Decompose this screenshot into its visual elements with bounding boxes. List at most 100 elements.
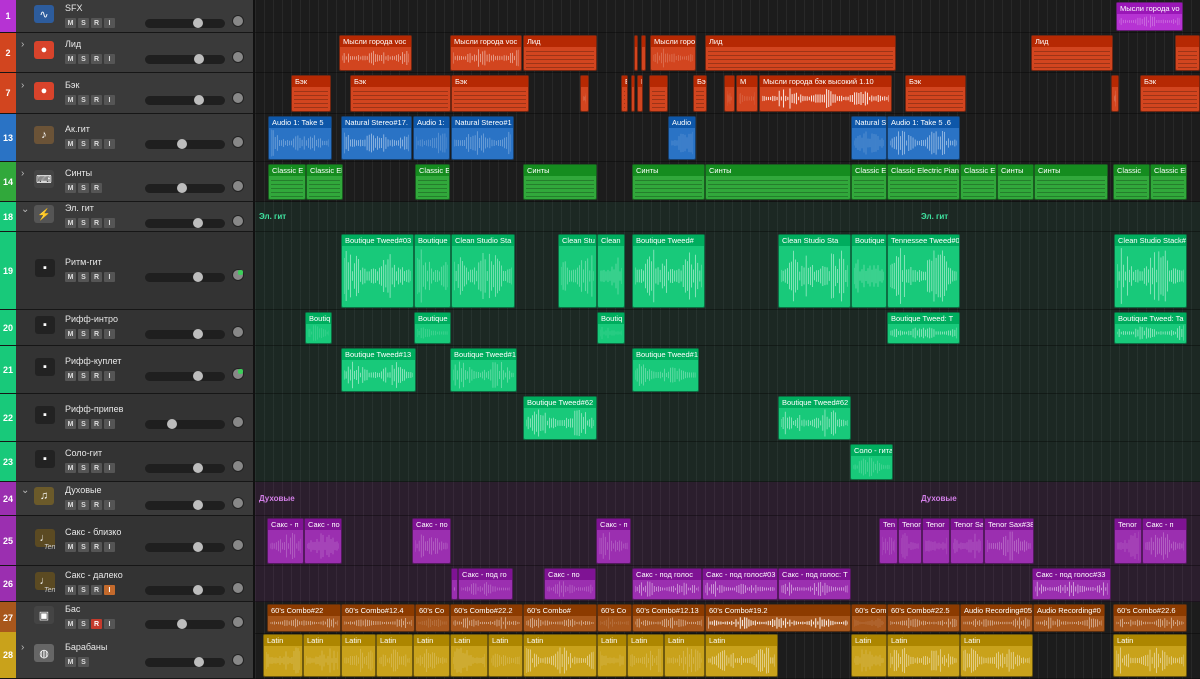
solo-button[interactable]: S bbox=[78, 619, 89, 629]
mute-button[interactable]: M bbox=[65, 183, 76, 193]
volume-fader[interactable] bbox=[145, 329, 225, 339]
track-header-19[interactable]: 19 ▪ Ритм-гит M S R I bbox=[0, 232, 253, 310]
track-name[interactable]: Барабаны bbox=[65, 642, 107, 652]
mute-button[interactable]: M bbox=[65, 542, 76, 552]
region[interactable]: Classic E bbox=[268, 164, 306, 200]
volume-fader-knob[interactable] bbox=[177, 183, 187, 193]
region[interactable]: Clean Studio Sta bbox=[778, 234, 851, 308]
solo-button[interactable]: S bbox=[78, 272, 89, 282]
volume-fader[interactable] bbox=[145, 585, 225, 595]
region[interactable]: Classic E bbox=[415, 164, 450, 200]
region[interactable]: Сакс - под голос bbox=[632, 568, 702, 600]
pan-knob[interactable] bbox=[232, 92, 244, 104]
region[interactable]: 60's Combo#22.6 bbox=[1113, 604, 1187, 632]
mute-button[interactable]: M bbox=[65, 18, 76, 28]
input-monitor-button[interactable]: I bbox=[104, 272, 115, 282]
track-lane-18[interactable]: Эл. гит Эл. гит bbox=[255, 202, 1200, 232]
region[interactable]: Сакс - п bbox=[1142, 518, 1187, 564]
region[interactable]: Сакс - под голос: Т bbox=[778, 568, 851, 600]
region[interactable]: Clean bbox=[597, 234, 625, 308]
solo-button[interactable]: S bbox=[78, 95, 89, 105]
mute-button[interactable]: M bbox=[65, 619, 76, 629]
region[interactable]: Мысли города voc bbox=[450, 35, 522, 71]
record-enable-button[interactable]: R bbox=[91, 371, 102, 381]
mute-button[interactable]: M bbox=[65, 419, 76, 429]
pan-knob[interactable] bbox=[232, 215, 244, 227]
region[interactable]: 60's Combo#22 bbox=[267, 604, 341, 632]
volume-fader-knob[interactable] bbox=[177, 619, 187, 629]
region[interactable]: Сакс - по bbox=[544, 568, 596, 600]
track-header-20[interactable]: 20 ▪ Рифф-интро M S R I bbox=[0, 310, 253, 346]
region[interactable]: Classic Electric Pian bbox=[887, 164, 960, 200]
track-lane-23[interactable]: Соло - гита bbox=[255, 442, 1200, 482]
input-monitor-button[interactable]: I bbox=[104, 542, 115, 552]
region[interactable]: Latin bbox=[705, 634, 778, 677]
volume-fader-knob[interactable] bbox=[193, 542, 203, 552]
track-name[interactable]: Соло-гит bbox=[65, 448, 102, 458]
region[interactable]: Audio Recording#0 bbox=[1033, 604, 1105, 632]
region[interactable]: Бэк bbox=[291, 75, 331, 112]
volume-fader[interactable] bbox=[145, 500, 225, 510]
region[interactable]: Natural Stereo#1 bbox=[451, 116, 514, 160]
region[interactable]: 60's Com bbox=[851, 604, 887, 632]
region[interactable]: Latin bbox=[597, 634, 627, 677]
track-lane-24[interactable]: Духовые Духовые bbox=[255, 482, 1200, 516]
region[interactable]: Boutique Tweed: Ta bbox=[1114, 312, 1187, 344]
region[interactable]: Natural S bbox=[851, 116, 887, 160]
region[interactable]: Audio 1: Take 5 bbox=[268, 116, 332, 160]
input-monitor-button[interactable]: I bbox=[104, 54, 115, 64]
region[interactable]: Бэк bbox=[693, 75, 707, 112]
record-enable-button[interactable]: R bbox=[91, 585, 102, 595]
record-enable-button[interactable]: R bbox=[91, 272, 102, 282]
track-lane-27[interactable]: 60's Combo#22 60's Combo#12.4 60's Co 60's … bbox=[255, 602, 1200, 634]
track-name[interactable]: Ак.гит bbox=[65, 124, 90, 134]
solo-button[interactable]: S bbox=[78, 585, 89, 595]
track-name[interactable]: Рифф-припев bbox=[65, 404, 123, 414]
solo-button[interactable]: S bbox=[78, 542, 89, 552]
region[interactable]: Boutique Tweed#13 bbox=[341, 348, 416, 392]
pan-knob[interactable] bbox=[232, 269, 244, 281]
volume-fader-knob[interactable] bbox=[193, 585, 203, 595]
volume-fader-knob[interactable] bbox=[193, 371, 203, 381]
region[interactable]: Classic E bbox=[960, 164, 997, 200]
mute-button[interactable]: M bbox=[65, 272, 76, 282]
volume-fader[interactable] bbox=[145, 657, 225, 667]
input-monitor-button[interactable]: I bbox=[104, 329, 115, 339]
region[interactable]: Лид bbox=[1031, 35, 1113, 71]
region[interactable]: Tenor Sax#38 bbox=[984, 518, 1034, 564]
volume-fader[interactable] bbox=[145, 218, 225, 228]
input-monitor-button[interactable]: I bbox=[104, 463, 115, 473]
track-lane-19[interactable]: Boutique Tweed#03 Boutique Clean Studio St… bbox=[255, 232, 1200, 310]
mute-button[interactable]: M bbox=[65, 657, 76, 667]
pan-knob[interactable] bbox=[232, 616, 244, 628]
record-enable-button[interactable]: R bbox=[91, 18, 102, 28]
region[interactable]: 60's Combo#19.2 bbox=[705, 604, 851, 632]
region[interactable]: Синты bbox=[997, 164, 1034, 200]
track-name[interactable]: Сакс - далеко bbox=[65, 570, 123, 580]
region[interactable]: Classic Electric Pian bbox=[1150, 164, 1187, 200]
region[interactable] bbox=[724, 75, 735, 112]
region[interactable] bbox=[634, 35, 638, 71]
chevron-down-icon[interactable]: ⌄ bbox=[21, 485, 31, 496]
input-monitor-button[interactable]: I bbox=[104, 95, 115, 105]
track-lane-25[interactable]: Сакс - п Сакс - по Сакс - по Сакс - п Ten Ten… bbox=[255, 516, 1200, 566]
mute-button[interactable]: M bbox=[65, 500, 76, 510]
region[interactable]: Audio 1: Take 5 .6 bbox=[887, 116, 960, 160]
region[interactable]: Мысли города бэк высокий 1.10 bbox=[759, 75, 892, 112]
pan-knob[interactable] bbox=[232, 416, 244, 428]
input-monitor-button[interactable]: I bbox=[104, 419, 115, 429]
solo-button[interactable]: S bbox=[78, 183, 89, 193]
pan-knob[interactable] bbox=[232, 136, 244, 148]
region[interactable] bbox=[580, 75, 589, 112]
region[interactable]: Boutique Tweed#1 bbox=[450, 348, 517, 392]
region[interactable]: Tenor bbox=[922, 518, 950, 564]
record-enable-button[interactable]: R bbox=[91, 54, 102, 64]
input-monitor-button[interactable]: I bbox=[104, 371, 115, 381]
region[interactable]: Сакс - по bbox=[304, 518, 342, 564]
solo-button[interactable]: S bbox=[78, 218, 89, 228]
region[interactable]: Boutique bbox=[851, 234, 887, 308]
region[interactable]: Clean Studio Sta bbox=[451, 234, 515, 308]
region[interactable]: Latin bbox=[523, 634, 597, 677]
volume-fader[interactable] bbox=[145, 463, 225, 473]
region[interactable]: Latin bbox=[413, 634, 450, 677]
